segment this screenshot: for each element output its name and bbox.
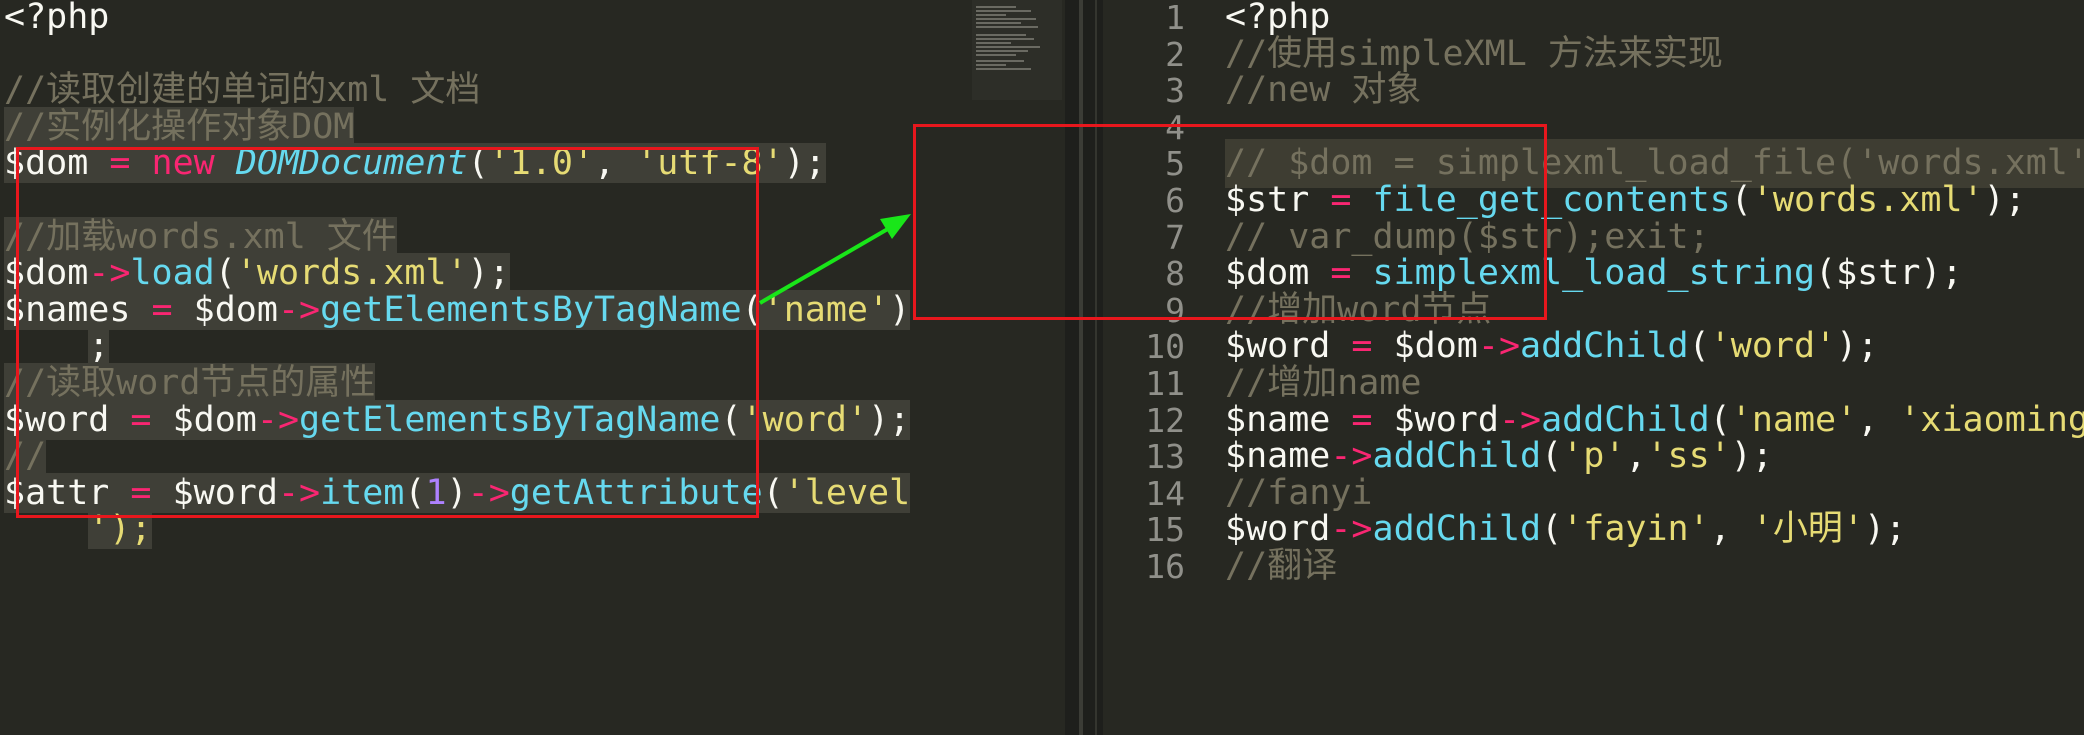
code-token: 'fayin' bbox=[1562, 509, 1710, 550]
code-token: = bbox=[88, 143, 152, 184]
left-editor-pane[interactable]: <?php//读取创建的单词的xml 文档//实例化操作对象DOM $dom = … bbox=[0, 0, 1065, 735]
code-token: ( bbox=[1541, 436, 1563, 477]
code-token: 'word' bbox=[1709, 326, 1837, 367]
code-token: '小明' bbox=[1751, 509, 1864, 550]
code-token: ( bbox=[1730, 180, 1752, 220]
code-token: new bbox=[151, 143, 236, 184]
code-token: , bbox=[594, 143, 637, 184]
code-token: //new 对象 bbox=[1225, 70, 1422, 111]
code-token: 'level bbox=[783, 472, 911, 513]
code-token: ); bbox=[1864, 509, 1907, 550]
code-token: //翻译 bbox=[1225, 546, 1338, 586]
pane-splitter[interactable] bbox=[1065, 0, 1103, 735]
code-token: 'name' bbox=[762, 289, 890, 330]
code-token: ( bbox=[467, 143, 489, 184]
minimap-line bbox=[976, 26, 1038, 28]
code-token: = bbox=[130, 289, 194, 330]
code-token: '1.0' bbox=[488, 143, 595, 184]
minimap-line bbox=[976, 68, 1031, 70]
code-token: -> bbox=[256, 399, 300, 440]
code-token: ); bbox=[867, 399, 911, 440]
minimap-line bbox=[976, 38, 1034, 40]
minimap-line bbox=[976, 54, 1016, 56]
code-token: addChild bbox=[1372, 509, 1542, 550]
code-token: <?php bbox=[4, 0, 110, 37]
line-number-gutter: 1 2 3 4 5 6 7 8 9 10 11 12 13 14 15 16 bbox=[1103, 0, 1225, 735]
code-token: 1 bbox=[425, 472, 447, 513]
code-token: 'p' bbox=[1562, 436, 1626, 477]
code-token: ( bbox=[1541, 509, 1563, 550]
code-token: 'word' bbox=[741, 399, 868, 440]
splitter-edge bbox=[1095, 0, 1097, 735]
code-token: $dom bbox=[193, 289, 278, 330]
code-line[interactable]: //new 对象 bbox=[1225, 66, 1421, 115]
minimap-line bbox=[976, 42, 1011, 44]
code-token: getElementsByTagName bbox=[320, 289, 742, 330]
code-token: ( bbox=[741, 289, 763, 330]
code-token: , bbox=[1625, 436, 1647, 477]
code-token: -> bbox=[277, 289, 321, 330]
minimap-line bbox=[976, 50, 1028, 52]
code-token: '); bbox=[88, 509, 152, 550]
code-token: = bbox=[109, 399, 173, 440]
code-token: $dom bbox=[172, 399, 257, 440]
code-token: 'ss' bbox=[1646, 436, 1731, 477]
code-token: 'xiaoming' bbox=[1899, 399, 2084, 440]
code-token: ) bbox=[889, 289, 911, 330]
code-token: ); bbox=[1983, 180, 2026, 220]
code-token: addChild bbox=[1520, 326, 1689, 367]
code-token: -> bbox=[467, 472, 510, 513]
code-line[interactable]: $word = $dom->getElementsByTagName('word… bbox=[4, 396, 911, 445]
right-editor-pane[interactable]: 1 2 3 4 5 6 7 8 9 10 11 12 13 14 15 16 <?php//使用simpleX… bbox=[1103, 0, 2084, 735]
code-token: ( bbox=[762, 472, 784, 513]
code-token: item bbox=[320, 472, 405, 513]
code-token: ( bbox=[720, 399, 742, 440]
code-token: -> bbox=[1477, 326, 1521, 367]
code-token: ( bbox=[1688, 326, 1710, 367]
minimap-line bbox=[976, 60, 1024, 62]
minimap[interactable] bbox=[972, 0, 1062, 100]
code-token: getElementsByTagName bbox=[299, 399, 721, 440]
code-line[interactable]: $dom = new DOMDocument('1.0', 'utf-8'); bbox=[4, 139, 826, 188]
code-token: ) bbox=[446, 472, 468, 513]
code-token: DOMDocument bbox=[235, 143, 468, 184]
minimap-line bbox=[976, 64, 1006, 66]
code-line[interactable]: $names = $dom->getElementsByTagName('nam… bbox=[4, 286, 911, 335]
code-token: -> bbox=[277, 472, 321, 513]
code-token: 'utf-8' bbox=[636, 143, 784, 184]
code-line[interactable]: //翻译 bbox=[1225, 542, 1337, 591]
minimap-line bbox=[976, 6, 1016, 8]
code-line[interactable]: <?php bbox=[4, 0, 109, 42]
code-line[interactable]: '); bbox=[4, 505, 152, 554]
code-token: ); bbox=[783, 143, 826, 184]
minimap-line bbox=[976, 46, 1040, 48]
code-token: , bbox=[1857, 399, 1900, 440]
code-token: ); bbox=[1836, 326, 1879, 367]
code-token: getAttribute bbox=[509, 472, 763, 513]
splitter-bar bbox=[1079, 0, 1083, 735]
minimap-line bbox=[976, 18, 1036, 20]
minimap-line bbox=[976, 10, 1031, 12]
minimap-line bbox=[976, 34, 1026, 36]
code-token: addChild bbox=[1372, 436, 1542, 477]
code-token: ($str); bbox=[1815, 253, 1963, 294]
code-token: $dom bbox=[4, 143, 89, 184]
code-token: ); bbox=[1730, 436, 1773, 477]
code-token: 'words.xml' bbox=[1751, 180, 1984, 220]
minimap-line bbox=[976, 22, 1021, 24]
code-token: ( bbox=[404, 472, 426, 513]
line-number: 16 bbox=[1145, 547, 1185, 586]
code-token: $word bbox=[172, 472, 278, 513]
code-token: , bbox=[1709, 509, 1752, 550]
minimap-line bbox=[976, 14, 1006, 16]
